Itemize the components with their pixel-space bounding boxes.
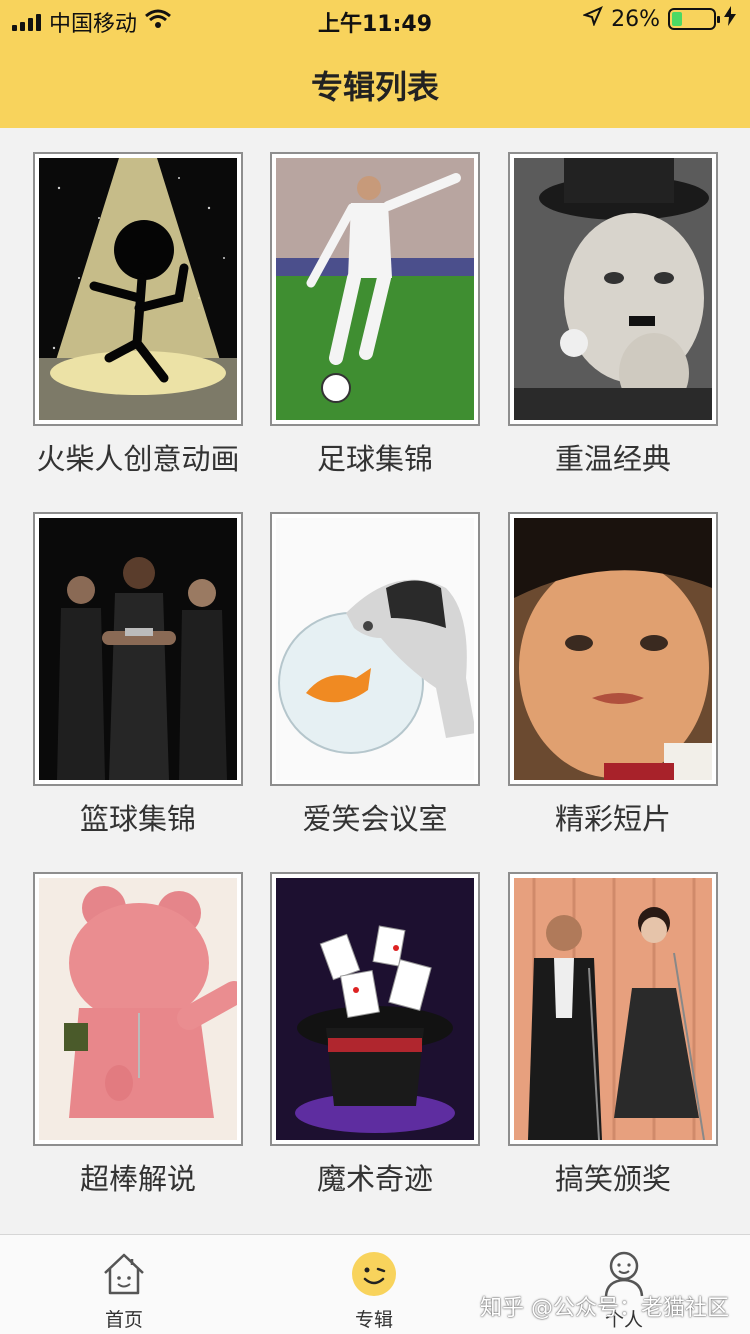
tab-home[interactable]: 首页 xyxy=(64,1249,184,1332)
album-thumbnail[interactable] xyxy=(508,152,718,426)
tab-albums[interactable]: 专辑 xyxy=(314,1249,434,1332)
album-card[interactable]: 爱笑会议室 xyxy=(270,512,480,838)
album-title: 重温经典 xyxy=(554,442,671,476)
album-card[interactable]: 精彩短片 xyxy=(508,512,718,838)
album-thumbnail[interactable] xyxy=(508,872,718,1146)
smiley-icon xyxy=(314,1249,434,1299)
album-card[interactable]: 超棒解说 xyxy=(33,872,243,1198)
album-thumbnail[interactable] xyxy=(270,152,480,426)
chaplin-portrait-image xyxy=(514,158,712,420)
album-title: 超棒解说 xyxy=(79,1162,196,1196)
watermark: 知乎 @公众号：老猫社区 xyxy=(480,1296,729,1321)
home-icon xyxy=(64,1249,184,1299)
album-card[interactable]: 重温经典 xyxy=(508,152,718,478)
album-thumbnail[interactable] xyxy=(33,512,243,786)
child-face-image xyxy=(514,518,712,780)
album-title: 精彩短片 xyxy=(554,802,671,836)
magic-hat-cards-image xyxy=(276,878,474,1140)
album-title: 篮球集锦 xyxy=(79,802,196,836)
album-title: 火柴人创意动画 xyxy=(36,442,240,476)
stickman-spotlight-image xyxy=(39,158,237,420)
album-thumbnail[interactable] xyxy=(33,872,243,1146)
tab-label: 首页 xyxy=(104,1309,143,1331)
pink-bear-figure-image xyxy=(39,878,237,1140)
album-title: 魔术奇迹 xyxy=(316,1162,433,1196)
album-card[interactable]: 篮球集锦 xyxy=(33,512,243,838)
album-title: 搞笑颁奖 xyxy=(554,1162,671,1196)
album-title: 爱笑会议室 xyxy=(302,802,448,836)
charging-bolt-icon xyxy=(724,6,736,32)
tab-label: 专辑 xyxy=(354,1309,393,1331)
battery-icon xyxy=(668,8,720,30)
album-thumbnail[interactable] xyxy=(270,872,480,1146)
location-arrow-icon xyxy=(582,6,604,32)
top-bar: 中国移动 上午11:49 26% 专辑列表 xyxy=(0,0,750,128)
cat-fishbowl-image xyxy=(276,518,474,780)
album-thumbnail[interactable] xyxy=(270,512,480,786)
award-hosts-image xyxy=(514,878,712,1140)
album-thumbnail[interactable] xyxy=(33,152,243,426)
album-title: 足球集锦 xyxy=(316,442,433,476)
album-card[interactable]: 足球集锦 xyxy=(270,152,480,478)
basketball-players-image xyxy=(39,518,237,780)
page-title: 专辑列表 xyxy=(310,68,439,106)
album-card[interactable]: 搞笑颁奖 xyxy=(508,872,718,1198)
status-bar: 中国移动 上午11:49 26% xyxy=(0,0,750,40)
album-thumbnail[interactable] xyxy=(508,512,718,786)
soccer-player-image xyxy=(276,158,474,420)
battery-percent: 26% xyxy=(611,6,660,32)
album-card[interactable]: 魔术奇迹 xyxy=(270,872,480,1198)
album-card[interactable]: 火柴人创意动画 xyxy=(33,152,243,478)
